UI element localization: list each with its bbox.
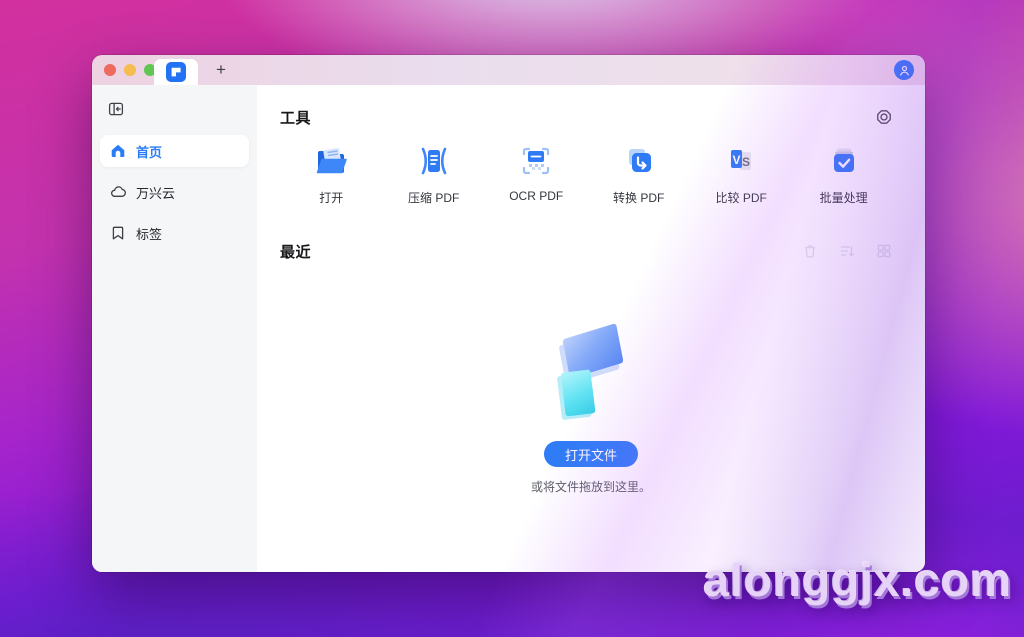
collapse-sidebar-icon — [108, 102, 124, 116]
recent-empty-state: 打开文件 或将文件拖放到这里。 — [531, 323, 651, 495]
close-window-button[interactable] — [104, 64, 116, 76]
svg-text:S: S — [742, 155, 750, 169]
watermark-text: alonggjx.com — [703, 554, 1012, 606]
tab-home[interactable] — [154, 59, 198, 85]
tool-label: 转换 PDF — [613, 191, 665, 205]
compress-pdf-icon — [415, 142, 453, 180]
titlebar: + — [92, 55, 925, 85]
sidebar: 首页 万兴云 标签 — [92, 85, 257, 572]
tool-label: 打开 — [319, 191, 344, 205]
traffic-lights — [104, 64, 156, 76]
sidebar-item-cloud[interactable]: 万兴云 — [100, 176, 249, 208]
bookmark-icon — [110, 225, 126, 241]
app-window: + 首页 万兴云 标签 工具 打开 压缩 PDF OCR PDF 转换 PDF … — [92, 55, 925, 572]
tool-ocr-pdf[interactable]: OCR PDF — [485, 142, 587, 206]
home-icon — [110, 143, 126, 159]
tool-open[interactable]: 打开 — [280, 142, 382, 206]
sidebar-item-home[interactable]: 首页 — [100, 135, 249, 167]
person-icon — [899, 65, 909, 76]
ocr-pdf-icon — [517, 142, 555, 180]
open-folder-icon — [312, 142, 350, 180]
tool-label: 压缩 PDF — [408, 191, 460, 205]
sidebar-item-tags[interactable]: 标签 — [100, 217, 249, 249]
delete-icon[interactable] — [799, 240, 821, 262]
sidebar-item-label: 首页 — [136, 144, 163, 160]
gear-icon — [877, 110, 891, 124]
tools-grid: 打开 压缩 PDF OCR PDF 转换 PDF V S 比较 PDF 批量处理 — [280, 142, 895, 206]
drag-drop-hint: 或将文件拖放到这里。 — [530, 480, 652, 494]
tool-label: 批量处理 — [819, 191, 868, 205]
recent-section-title: 最近 — [280, 243, 312, 261]
pdfelement-3d-logo — [545, 323, 637, 419]
tool-compare-pdf[interactable]: V S 比较 PDF — [690, 142, 792, 206]
tool-convert-pdf[interactable]: 转换 PDF — [587, 142, 689, 206]
pdfelement-logo-icon — [166, 62, 186, 82]
tool-compress-pdf[interactable]: 压缩 PDF — [382, 142, 484, 206]
batch-process-icon — [825, 142, 863, 180]
recent-actions — [799, 240, 895, 262]
logo-cyan-slab — [560, 369, 596, 417]
compare-pdf-icon: V S — [722, 142, 760, 180]
collapse-sidebar-button[interactable] — [104, 97, 128, 121]
convert-pdf-icon — [620, 142, 658, 180]
desktop: + 首页 万兴云 标签 工具 打开 压缩 PDF OCR PDF 转换 PDF … — [0, 0, 1024, 637]
settings-button[interactable] — [873, 106, 895, 128]
tool-label: 比较 PDF — [715, 191, 767, 205]
account-avatar[interactable] — [894, 60, 914, 80]
new-tab-button[interactable]: + — [208, 55, 234, 85]
open-file-button[interactable]: 打开文件 — [543, 441, 639, 467]
grid-view-icon[interactable] — [873, 240, 895, 262]
tools-section-title: 工具 — [280, 109, 312, 127]
sort-descending-icon[interactable] — [836, 240, 858, 262]
sidebar-item-label: 标签 — [136, 226, 163, 242]
tool-batch-process[interactable]: 批量处理 — [792, 142, 894, 206]
minimize-window-button[interactable] — [124, 64, 136, 76]
tool-label: OCR PDF — [509, 189, 564, 203]
svg-text:V: V — [733, 153, 741, 167]
main-content: 工具 打开 压缩 PDF OCR PDF 转换 PDF V S 比较 PDF 批… — [257, 85, 925, 572]
cloud-icon — [110, 184, 126, 200]
sidebar-item-label: 万兴云 — [136, 185, 176, 201]
